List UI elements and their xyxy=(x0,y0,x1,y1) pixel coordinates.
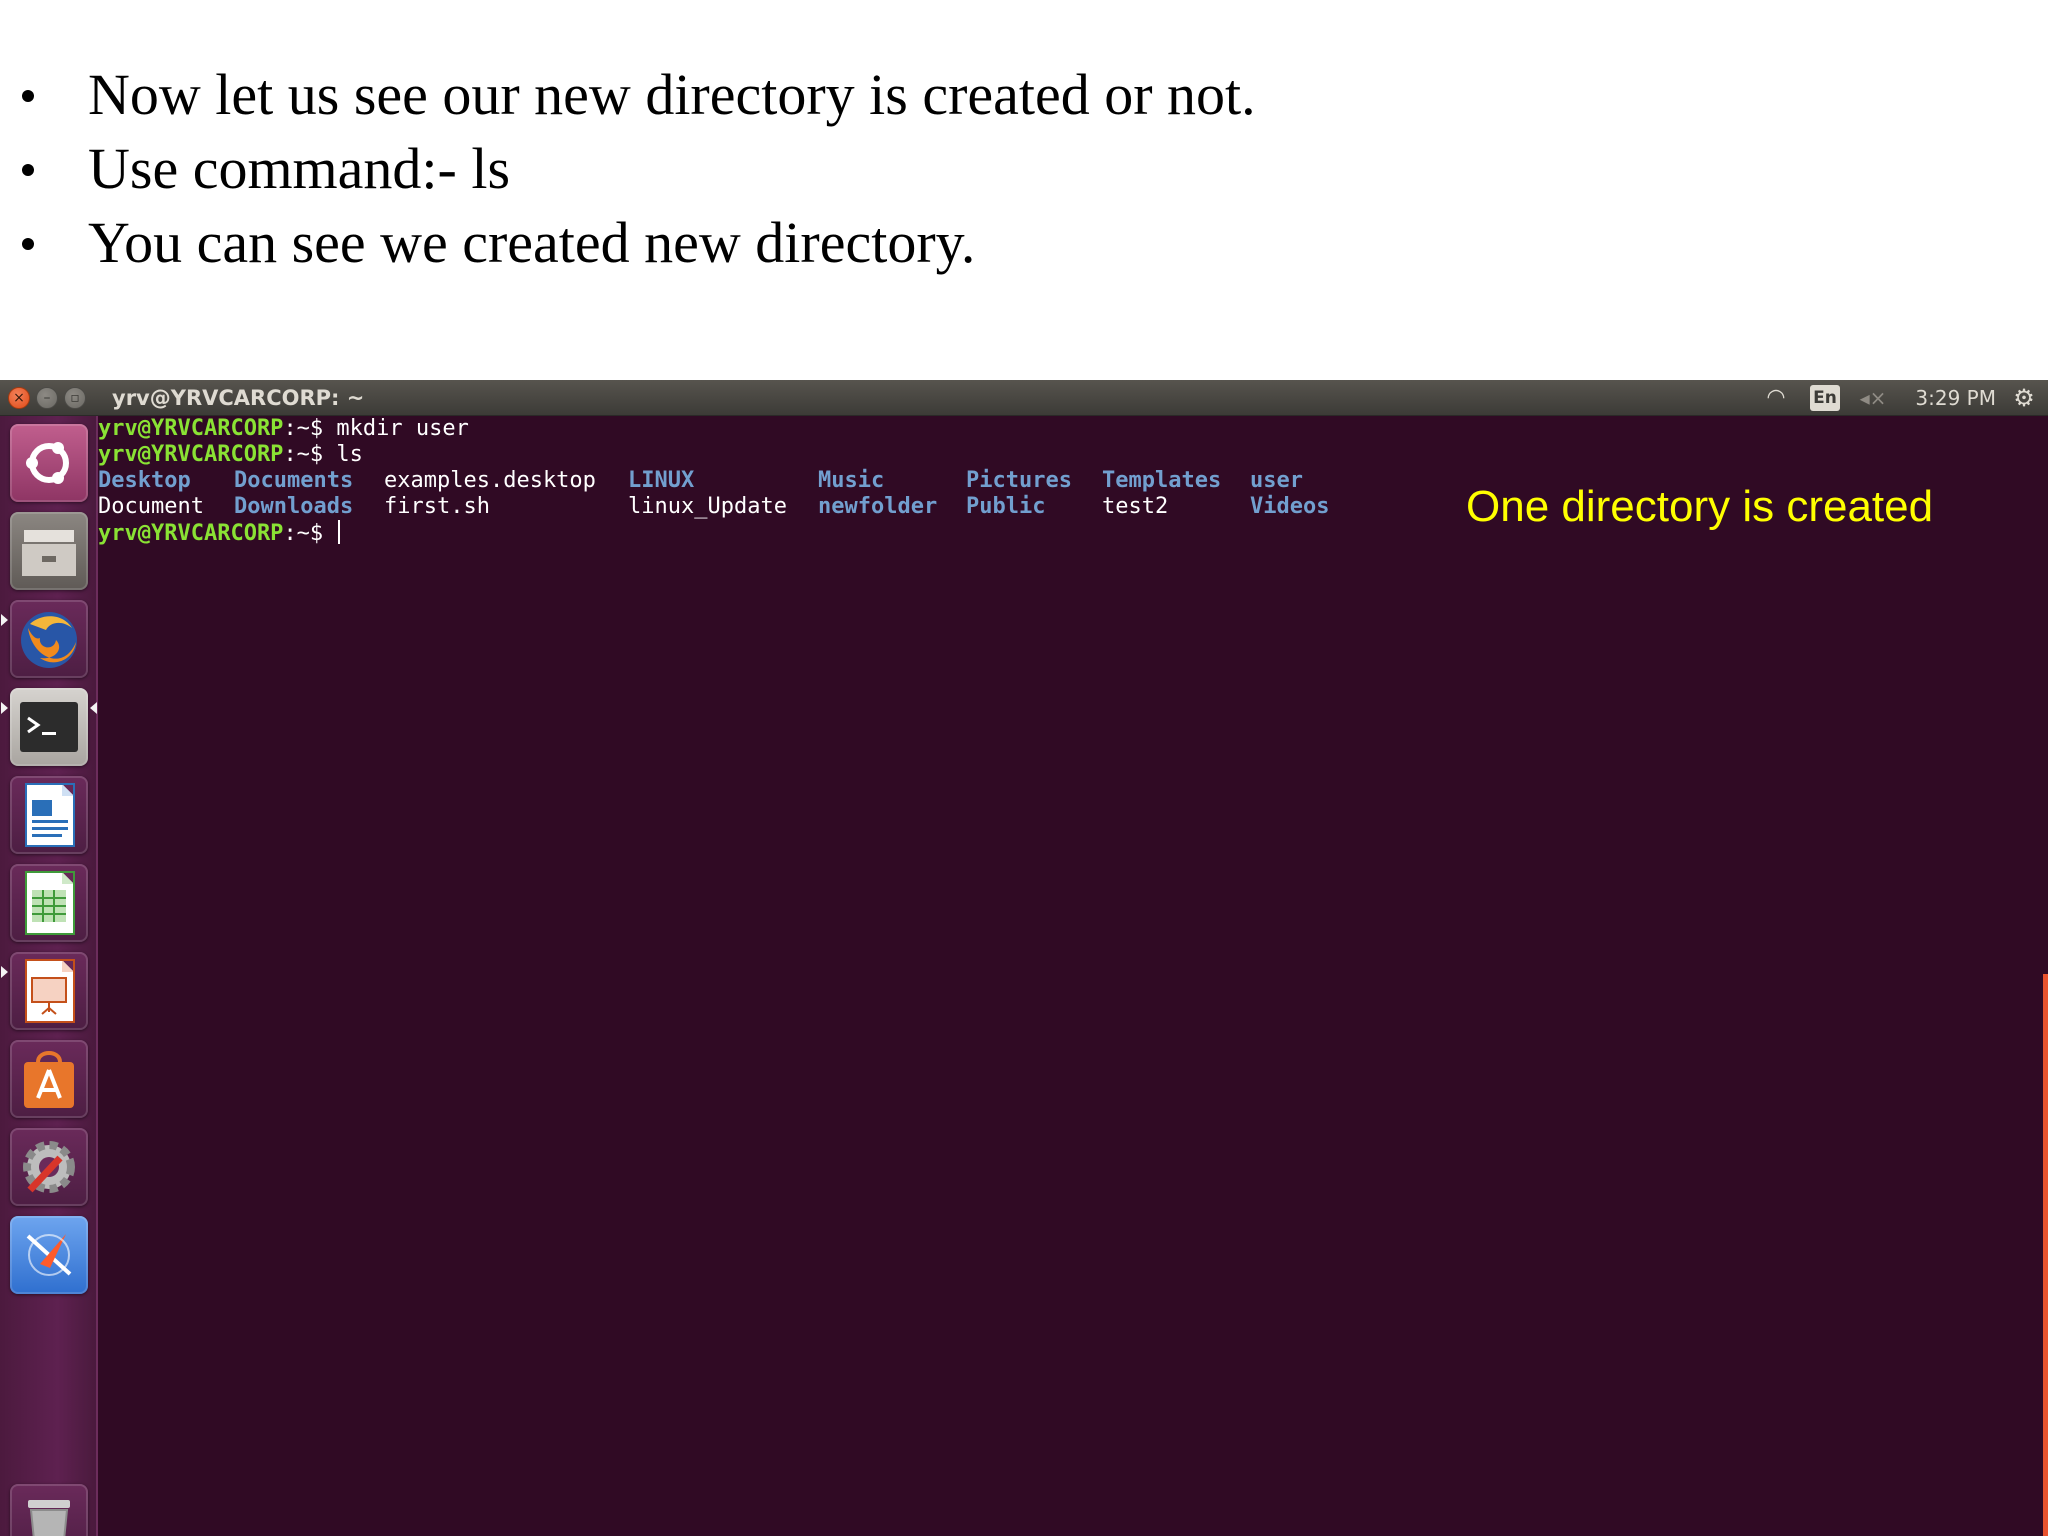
maximize-icon: ▫ xyxy=(70,390,80,406)
bullet-dot-icon xyxy=(22,164,34,176)
annotation-text: One directory is created xyxy=(1466,482,1934,531)
settings-gear-icon[interactable]: ⚙ xyxy=(2008,385,2040,411)
window-close-button[interactable]: × xyxy=(8,387,30,409)
ls-entry: Music xyxy=(818,468,885,493)
bullet-item: Use command:- ls xyxy=(0,132,1600,206)
terminal-line: yrv@YRVCARCORP:~$ ls xyxy=(98,442,363,468)
ls-entry: test2 xyxy=(1102,494,1169,519)
bullet-dot-icon xyxy=(22,238,34,250)
window-maximize-button[interactable]: ▫ xyxy=(64,387,86,409)
terminal-line: yrv@YRVCARCORP:~$ mkdir user xyxy=(98,416,469,442)
terminal-command: mkdir user xyxy=(336,416,469,441)
window-title: yrv@YRVCARCORP: ~ xyxy=(112,386,365,410)
ls-entry: linux_Update xyxy=(628,494,787,519)
firefox-icon[interactable] xyxy=(10,600,88,678)
ls-entry: LINUX xyxy=(628,468,695,493)
ls-entry: Public xyxy=(966,494,1046,519)
ls-entry: first.sh xyxy=(384,494,490,519)
terminal-prompt: yrv@YRVCARCORP xyxy=(98,416,284,441)
bullet-text: Now let us see our new directory is crea… xyxy=(88,62,1256,127)
terminal-line: yrv@YRVCARCORP:~$ xyxy=(98,520,341,546)
ubuntu-dash-icon[interactable] xyxy=(10,424,88,502)
ls-entry: Desktop xyxy=(98,468,191,493)
wifi-icon[interactable]: ◠ xyxy=(1758,386,1794,410)
scroll-indicator xyxy=(2043,974,2048,1536)
window-minimize-button[interactable]: – xyxy=(36,387,58,409)
terminal-icon[interactable] xyxy=(10,688,88,766)
calc-icon[interactable] xyxy=(10,864,88,942)
bullet-item: Now let us see our new directory is crea… xyxy=(0,58,1600,132)
minimize-icon: – xyxy=(43,390,51,406)
software-center-icon[interactable] xyxy=(10,1040,88,1118)
text-cursor xyxy=(338,520,341,544)
bullet-dot-icon xyxy=(22,90,34,102)
bullet-text: You can see we created new directory. xyxy=(88,210,976,275)
ls-entry: newfolder xyxy=(818,494,938,519)
terminal-prompt: yrv@YRVCARCORP xyxy=(98,442,284,467)
bullet-item: You can see we created new directory. xyxy=(0,206,1600,280)
files-icon[interactable] xyxy=(10,512,88,590)
trash-icon[interactable] xyxy=(10,1484,88,1536)
running-indicator xyxy=(1,966,8,978)
clock[interactable]: 3:29 PM xyxy=(1906,385,1996,411)
ls-entry: Templates xyxy=(1102,468,1222,493)
close-icon: × xyxy=(13,390,25,406)
writer-icon[interactable] xyxy=(10,776,88,854)
top-panel: × – ▫ yrv@YRVCARCORP: ~ ◠ En ◂× 3:29 PM … xyxy=(0,380,2048,416)
terminal-prompt-suffix: :~$ xyxy=(283,416,337,441)
terminal-window[interactable]: yrv@YRVCARCORP:~$ mkdir user yrv@YRVCARC… xyxy=(98,416,2048,1536)
ls-entry: user xyxy=(1250,468,1303,493)
terminal-command: ls xyxy=(336,442,363,467)
running-indicator xyxy=(1,614,8,626)
keyboard-language-indicator[interactable]: En xyxy=(1810,385,1840,411)
ls-entry: Downloads xyxy=(234,494,354,519)
volume-muted-icon[interactable]: ◂× xyxy=(1856,386,1890,410)
ls-entry: Pictures xyxy=(966,468,1072,493)
ls-entry: Videos xyxy=(1250,494,1330,519)
impress-icon[interactable] xyxy=(10,952,88,1030)
terminal-prompt-suffix: :~$ xyxy=(283,442,337,467)
desktop-screen: × – ▫ yrv@YRVCARCORP: ~ ◠ En ◂× 3:29 PM … xyxy=(0,380,2048,1536)
amazon-icon[interactable] xyxy=(10,1216,88,1294)
terminal-prompt-suffix: :~$ xyxy=(283,521,337,546)
launcher-sidebar xyxy=(0,416,98,1536)
ls-entry: examples.desktop xyxy=(384,468,596,493)
active-indicator xyxy=(90,702,97,714)
ls-entry: Documents xyxy=(234,468,354,493)
bullet-text: Use command:- ls xyxy=(88,136,511,201)
running-indicator xyxy=(1,702,8,714)
ls-entry: Document xyxy=(98,494,204,519)
terminal-prompt: yrv@YRVCARCORP xyxy=(98,521,284,546)
system-settings-icon[interactable] xyxy=(10,1128,88,1206)
